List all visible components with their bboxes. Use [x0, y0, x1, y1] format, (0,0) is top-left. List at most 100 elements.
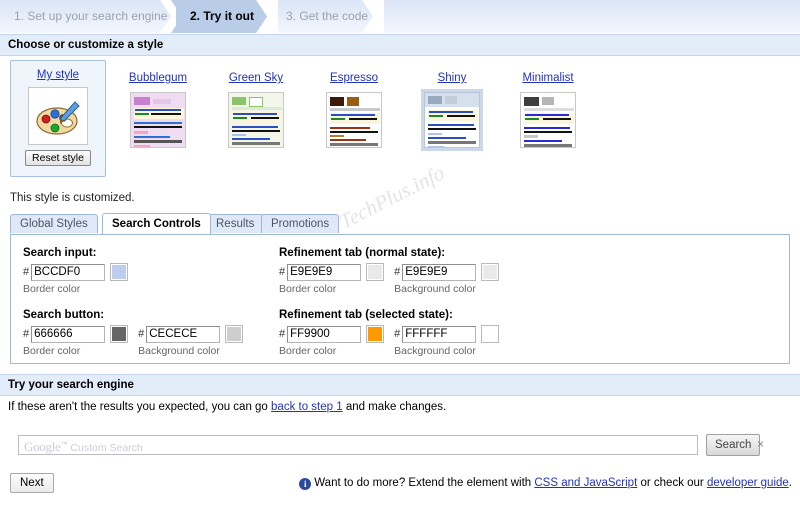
- try-section-header: Try your search engine: [0, 374, 800, 396]
- footer-note-after: .: [788, 477, 792, 489]
- style-section-header: Choose or customize a style: [0, 34, 800, 56]
- wizard-step-1-label: 1. Set up your search engine: [14, 9, 168, 23]
- footer-note-middle: or check our: [637, 477, 707, 489]
- thumbnail-green-sky: [228, 92, 284, 148]
- trademark-symbol: ™: [60, 441, 68, 449]
- search-button-background-hex[interactable]: [146, 325, 221, 343]
- my-style-thumbnail: [28, 87, 88, 145]
- tab-results[interactable]: Results: [206, 214, 265, 233]
- palette-icon: [36, 101, 80, 135]
- wizard-step-3-label: 3. Get the code: [286, 9, 369, 23]
- search-button-border-field: # Border color: [23, 325, 129, 357]
- refinement-normal-background-swatch[interactable]: [481, 263, 500, 281]
- search-button-border-caption: Border color: [23, 345, 81, 357]
- refinement-selected-border-swatch[interactable]: [366, 325, 385, 343]
- search-button-title: Search button:: [23, 309, 105, 321]
- try-section-description: If these aren't the results you expected…: [0, 396, 800, 413]
- field-group-search-button: Search button: # Border color # Backgrou…: [23, 309, 253, 357]
- thumbnail-bubblegum: [130, 92, 186, 148]
- tab-results-label: Results: [216, 218, 255, 230]
- next-button[interactable]: Next: [10, 473, 54, 493]
- search-input-border-swatch[interactable]: [110, 263, 129, 281]
- refinement-normal-background-field: # Background color: [394, 263, 500, 295]
- hash-symbol: #: [279, 266, 286, 278]
- try-desc-after: and make changes.: [342, 401, 447, 413]
- style-link-my-style[interactable]: My style: [37, 69, 79, 81]
- search-controls-panel: Search input: # Border color Search butt…: [10, 234, 790, 364]
- refinement-selected-background-caption: Background color: [394, 345, 476, 357]
- wizard-step-2-label: 2. Try it out: [190, 9, 255, 23]
- search-button-background-caption: Background color: [138, 345, 220, 357]
- search-input-border-caption: Border color: [23, 283, 81, 295]
- style-card-green-sky[interactable]: Green Sky: [208, 64, 304, 148]
- hash-symbol: #: [279, 328, 286, 340]
- refinement-selected-background-swatch[interactable]: [481, 325, 500, 343]
- thumbnail-shiny: [424, 92, 480, 148]
- refinement-normal-border-caption: Border color: [279, 283, 337, 295]
- style-editor-tabs: Global Styles Search Controls Results Pr…: [10, 213, 800, 234]
- refinement-selected-background-field: # Background color: [394, 325, 500, 357]
- refinement-normal-border-swatch[interactable]: [366, 263, 385, 281]
- search-button-background-field: # Background color: [138, 325, 244, 357]
- wizard-step-1[interactable]: 1. Set up your search engine: [0, 0, 184, 33]
- custom-search-label: Custom Search: [70, 442, 143, 454]
- style-customized-note: This style is customized.: [10, 192, 135, 204]
- google-logo: Google: [24, 439, 61, 454]
- preview-search-button[interactable]: Search: [706, 434, 761, 456]
- field-group-refinement-normal: Refinement tab (normal state): # Border …: [279, 247, 509, 295]
- search-input-border-field: # Border color: [23, 263, 129, 295]
- try-desc-before: If these aren't the results you expected…: [8, 401, 272, 413]
- preview-search-input[interactable]: Google™ Custom Search: [18, 435, 698, 455]
- hash-symbol: #: [138, 328, 145, 340]
- style-card-bubblegum[interactable]: Bubblegum: [110, 64, 206, 148]
- refinement-normal-border-field: # Border color: [279, 263, 385, 295]
- refinement-normal-background-caption: Background color: [394, 283, 476, 295]
- refinement-normal-title: Refinement tab (normal state):: [279, 247, 446, 259]
- refinement-normal-background-hex[interactable]: [402, 263, 477, 281]
- tab-promotions-label: Promotions: [271, 218, 330, 230]
- refinement-selected-border-field: # Border color: [279, 325, 385, 357]
- style-gallery: My style Reset style Bubblegum Green Sky…: [0, 56, 800, 186]
- page-footer: Next i Want to do more? Extend the elemen…: [0, 473, 800, 497]
- style-card-my-style[interactable]: My style Reset style: [10, 60, 106, 177]
- back-to-step-1-link[interactable]: back to step 1: [271, 401, 343, 413]
- reset-style-button[interactable]: Reset style: [25, 150, 91, 166]
- tab-search-controls[interactable]: Search Controls: [102, 213, 211, 234]
- footer-note-before: Want to do more? Extend the element with: [314, 477, 535, 489]
- refinement-selected-border-caption: Border color: [279, 345, 337, 357]
- wizard-arrow-3-icon: [362, 0, 384, 33]
- css-and-javascript-link[interactable]: CSS and JavaScript: [534, 477, 637, 489]
- hash-symbol: #: [23, 328, 30, 340]
- search-input-border-hex[interactable]: [31, 263, 106, 281]
- tab-global-styles[interactable]: Global Styles: [10, 214, 98, 233]
- field-group-search-input: Search input: # Border color: [23, 247, 138, 295]
- search-button-border-hex[interactable]: [31, 325, 106, 343]
- thumbnail-espresso: [326, 92, 382, 148]
- refinement-selected-title: Refinement tab (selected state):: [279, 309, 453, 321]
- hash-symbol: #: [23, 266, 30, 278]
- refinement-selected-background-hex[interactable]: [402, 325, 477, 343]
- tab-search-controls-label: Search Controls: [112, 218, 201, 230]
- developer-guide-link[interactable]: developer guide: [707, 477, 789, 489]
- tab-promotions[interactable]: Promotions: [261, 214, 340, 233]
- style-link-bubblegum[interactable]: Bubblegum: [129, 72, 187, 84]
- hash-symbol: #: [394, 266, 401, 278]
- close-icon[interactable]: ×: [757, 437, 764, 451]
- info-icon: i: [299, 478, 312, 490]
- style-card-minimalist[interactable]: Minimalist: [500, 64, 596, 148]
- hash-symbol: #: [394, 328, 401, 340]
- style-link-shiny[interactable]: Shiny: [438, 72, 467, 84]
- refinement-selected-border-hex[interactable]: [287, 325, 362, 343]
- preview-search-row: Google™ Custom Search Search ×: [0, 434, 800, 459]
- style-link-espresso[interactable]: Espresso: [330, 72, 378, 84]
- field-group-refinement-selected: Refinement tab (selected state): # Borde…: [279, 309, 509, 357]
- style-card-shiny[interactable]: Shiny: [404, 64, 500, 148]
- refinement-normal-border-hex[interactable]: [287, 263, 362, 281]
- style-link-green-sky[interactable]: Green Sky: [229, 72, 283, 84]
- style-link-minimalist[interactable]: Minimalist: [522, 72, 573, 84]
- footer-note: i Want to do more? Extend the element wit…: [299, 477, 792, 490]
- style-card-espresso[interactable]: Espresso: [306, 64, 402, 148]
- search-placeholder: Google™ Custom Search: [24, 439, 143, 455]
- search-button-background-swatch[interactable]: [225, 325, 244, 343]
- search-button-border-swatch[interactable]: [110, 325, 129, 343]
